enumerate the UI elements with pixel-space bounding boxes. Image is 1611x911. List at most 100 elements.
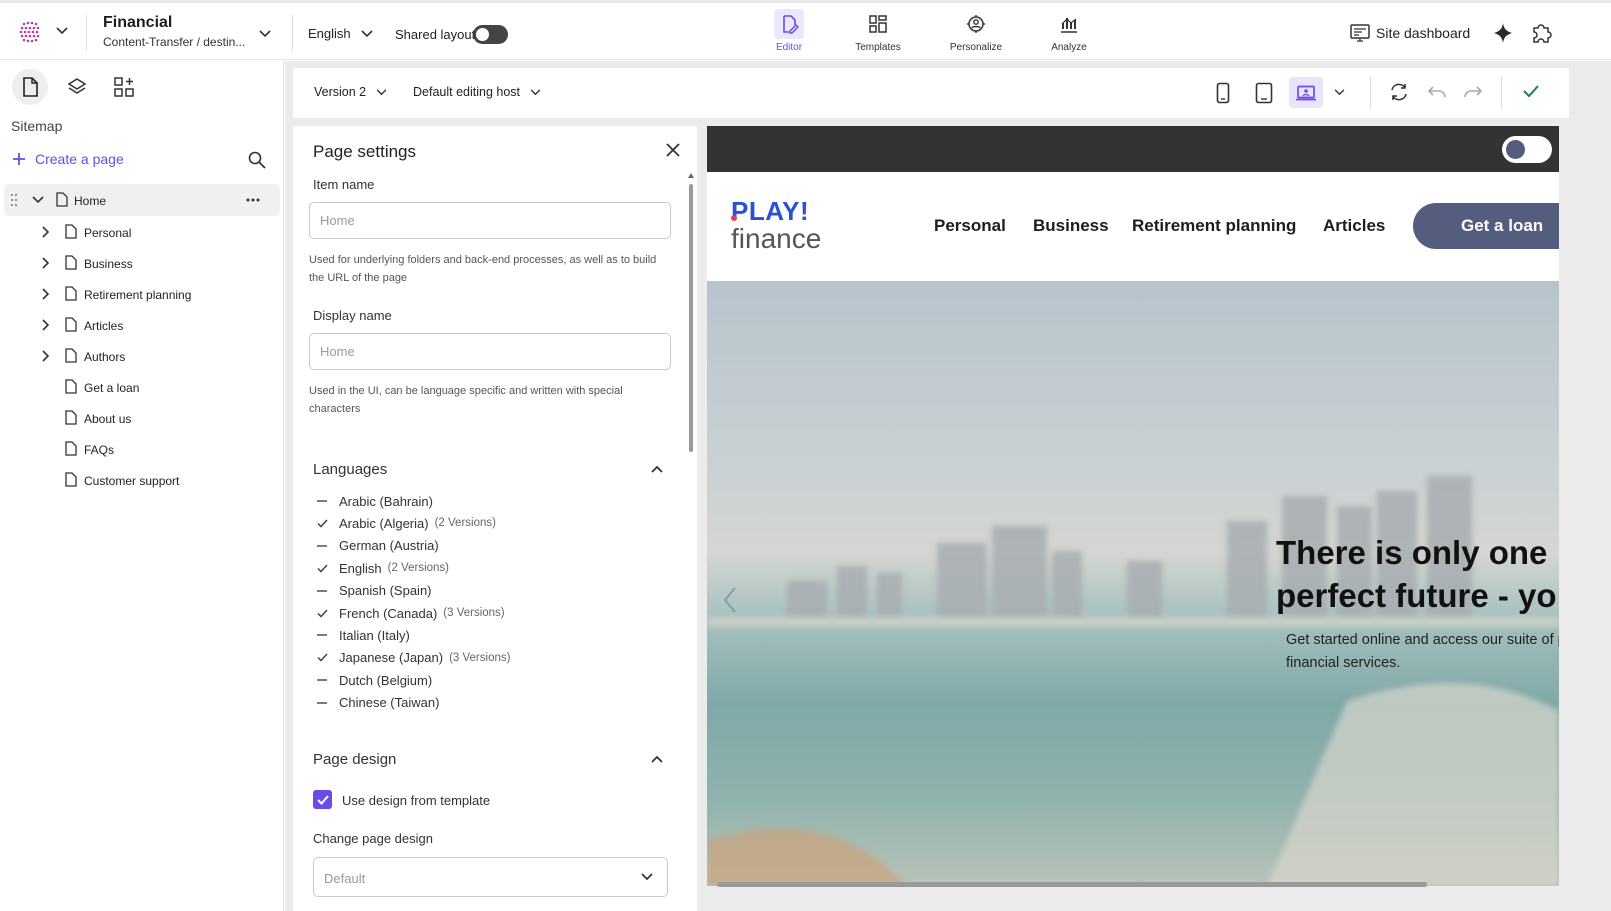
chevron-down-icon <box>259 30 271 38</box>
page-icon <box>65 317 77 332</box>
tree-item-faqs[interactable]: FAQs <box>0 433 282 465</box>
sidebar: Sitemap Create a page Home Personal Busi… <box>0 61 284 911</box>
site-dashboard-label: Site dashboard <box>1376 25 1471 41</box>
language-name: Chinese (Taiwan) <box>339 695 440 711</box>
site-dashboard-button[interactable]: Site dashboard <box>1350 24 1470 42</box>
collapse-languages-icon[interactable] <box>651 465 663 473</box>
get-a-loan-button[interactable]: Get a loan <box>1413 203 1559 249</box>
page-icon <box>65 348 77 363</box>
shared-layout-toggle[interactable] <box>473 25 508 44</box>
tab-templates[interactable]: Templates <box>843 9 913 53</box>
mobile-device-icon[interactable] <box>1216 82 1230 104</box>
more-options-icon[interactable] <box>246 198 260 202</box>
sitemap-title: Sitemap <box>11 118 63 134</box>
app-switcher-icon[interactable] <box>18 20 42 44</box>
tree-item-personal[interactable]: Personal <box>0 216 282 248</box>
tree-item-business[interactable]: Business <box>0 247 282 279</box>
search-icon[interactable] <box>248 151 266 169</box>
editing-host-selector[interactable]: Default editing host <box>413 85 541 99</box>
display-name-label: Display name <box>313 308 392 323</box>
chevron-down-icon[interactable] <box>32 196 44 204</box>
redo-icon[interactable] <box>1463 84 1483 100</box>
tree-item-authors[interactable]: Authors <box>0 340 282 372</box>
tab-personalize-label: Personalize <box>949 42 1003 53</box>
display-name-placeholder: Home <box>320 344 355 359</box>
language-item: German (Austria) <box>317 536 439 556</box>
language-name: Arabic (Algeria) <box>339 515 429 531</box>
editor-toolbar: Version 2 Default editing host <box>293 68 1569 118</box>
checkmark-icon[interactable] <box>1522 84 1540 98</box>
page-icon <box>65 379 77 394</box>
tree-item-label: Authors <box>84 350 126 364</box>
site-logo[interactable]: PLAY! finance <box>731 196 821 255</box>
tree-item-label: Personal <box>84 226 132 240</box>
checkmark-icon <box>317 519 339 528</box>
item-name-help: Used for underlying folders and back-end… <box>309 254 657 284</box>
sparkle-icon[interactable] <box>1492 22 1514 44</box>
components-icon[interactable] <box>114 77 134 97</box>
tree-item-home[interactable]: Home <box>4 184 280 216</box>
checkmark-icon <box>317 653 339 662</box>
tree-item-about-us[interactable]: About us <box>0 402 282 434</box>
page-icon <box>65 224 77 239</box>
page-icon <box>65 410 77 425</box>
tablet-device-icon[interactable] <box>1255 82 1273 104</box>
language-selector[interactable]: English <box>308 26 373 41</box>
tree-item-label: Customer support <box>84 474 180 488</box>
app-switcher-chevron-icon[interactable] <box>56 27 68 35</box>
change-design-label: Change page design <box>313 831 433 846</box>
chevron-right-icon[interactable] <box>42 350 50 362</box>
tree-item-customer-support[interactable]: Customer support <box>0 464 282 496</box>
sitemap-tab-button[interactable] <box>12 69 48 105</box>
refresh-icon[interactable] <box>1389 82 1409 102</box>
puzzle-icon[interactable] <box>1530 22 1552 44</box>
tab-editor[interactable]: Editor <box>754 9 824 53</box>
version-label: Version 2 <box>314 85 367 99</box>
drag-handle-icon[interactable] <box>10 193 18 207</box>
tab-editor-label: Editor <box>775 42 803 53</box>
nav-link-personal[interactable]: Personal <box>934 216 1006 236</box>
nav-link-retirement-planning[interactable]: Retirement planning <box>1132 216 1296 236</box>
chevron-down-icon <box>361 29 373 38</box>
undo-icon[interactable] <box>1427 84 1447 100</box>
use-design-checkbox[interactable] <box>313 790 332 809</box>
scroll-up-arrow-icon[interactable] <box>688 173 694 178</box>
editor-icon <box>779 14 799 34</box>
tab-analyze[interactable]: Analyze <box>1034 9 1104 53</box>
editing-host-label: Default editing host <box>413 85 521 99</box>
device-chevron-down-icon[interactable] <box>1334 89 1345 96</box>
chevron-down-icon <box>376 88 387 96</box>
nav-link-articles[interactable]: Articles <box>1323 216 1385 236</box>
desktop-device-button[interactable] <box>1289 77 1323 108</box>
chevron-right-icon[interactable] <box>42 319 50 331</box>
theme-toggle[interactable] <box>1502 136 1552 163</box>
tree-item-articles[interactable]: Articles <box>0 309 282 341</box>
tab-personalize[interactable]: Personalize <box>941 9 1011 53</box>
personalize-icon <box>966 14 986 34</box>
divider <box>86 15 87 51</box>
language-name: Dutch (Belgium) <box>339 672 433 688</box>
page-icon <box>56 192 68 207</box>
dash-icon <box>317 679 339 681</box>
collapse-page-design-icon[interactable] <box>651 755 663 763</box>
tree-item-get-a-loan[interactable]: Get a loan <box>0 371 282 403</box>
nav-link-business[interactable]: Business <box>1033 216 1109 236</box>
chevron-right-icon[interactable] <box>42 226 50 238</box>
logo-bottom-text: finance <box>731 223 822 254</box>
panel-scrollbar[interactable] <box>689 184 693 452</box>
chevron-right-icon[interactable] <box>42 257 50 269</box>
chevron-right-icon[interactable] <box>42 288 50 300</box>
site-selector[interactable]: Financial Content-Transfer / destin... <box>103 14 278 52</box>
create-page-button[interactable]: Create a page <box>12 151 124 167</box>
item-name-field[interactable]: Home <box>309 202 671 239</box>
close-icon[interactable] <box>666 143 680 157</box>
page-design-select[interactable]: Default <box>313 857 668 897</box>
display-name-field[interactable]: Home <box>309 333 671 370</box>
preview-horizontal-scrollbar[interactable] <box>717 882 1427 887</box>
logo-dot <box>731 215 737 221</box>
version-selector[interactable]: Version 2 <box>314 85 387 99</box>
carousel-prev-icon[interactable] <box>723 586 737 614</box>
tree-item-retirement-planning[interactable]: Retirement planning <box>0 278 282 310</box>
layers-icon[interactable] <box>67 77 87 97</box>
use-design-label: Use design from template <box>342 793 491 808</box>
